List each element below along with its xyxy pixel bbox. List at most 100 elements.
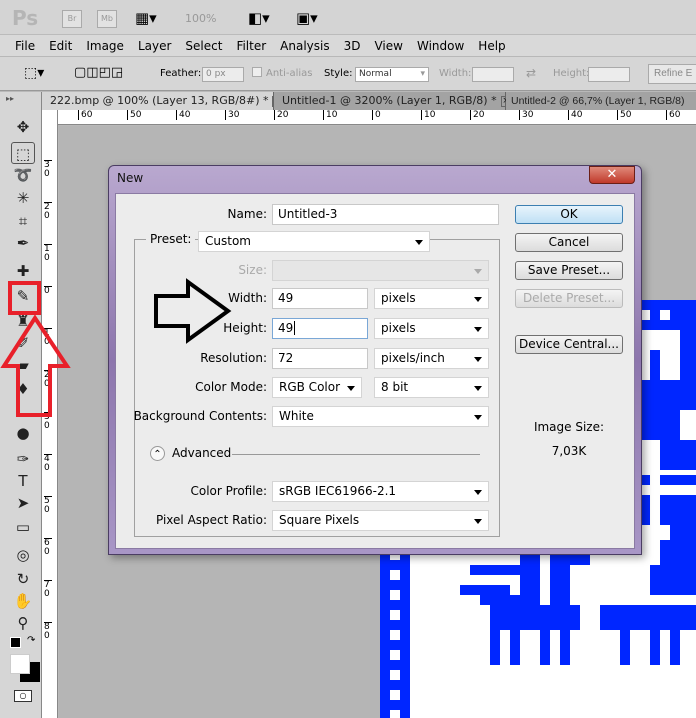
move-tool-icon[interactable]: ✥ bbox=[11, 116, 35, 138]
menu-help[interactable]: Help bbox=[471, 35, 512, 56]
marquee-preset-icon[interactable]: ⬚▾ bbox=[24, 65, 44, 81]
arrow-right-shape bbox=[154, 278, 232, 344]
menu-filter[interactable]: Filter bbox=[229, 35, 273, 56]
ruler-tick-label: 10 bbox=[323, 110, 337, 120]
selection-mode-icons[interactable]: ▢◫◰◲ bbox=[74, 65, 123, 80]
resolution-input[interactable]: 72 bbox=[272, 348, 368, 369]
menu-layer[interactable]: Layer bbox=[131, 35, 178, 56]
lasso-tool-icon[interactable]: ➰ bbox=[11, 164, 35, 186]
menu-select[interactable]: Select bbox=[178, 35, 229, 56]
height-input[interactable] bbox=[588, 67, 630, 82]
width-input[interactable] bbox=[472, 67, 514, 82]
menu-file[interactable]: File bbox=[8, 35, 42, 56]
tab-untitled-2[interactable]: Untitled-2 @ 66,7% (Layer 1, RGB/8) bbox=[506, 92, 696, 110]
image-pixel-block bbox=[390, 610, 400, 620]
menu-view[interactable]: View bbox=[367, 35, 409, 56]
bridge-button[interactable]: Br bbox=[62, 10, 82, 28]
dialog-body: Name: Untitled-3 Preset: Custom Size: Wi… bbox=[115, 193, 635, 549]
image-pixel-block bbox=[660, 440, 696, 470]
style-select[interactable]: Normal ▾ bbox=[355, 67, 429, 82]
width-unit-select[interactable]: pixels bbox=[374, 288, 489, 309]
type-tool-icon[interactable]: T bbox=[11, 470, 35, 492]
style-label: Style: bbox=[324, 68, 353, 79]
width-unit-value: pixels bbox=[381, 291, 416, 305]
ruler-tick-label: 0 bbox=[372, 110, 381, 120]
swap-icon[interactable]: ⇄ bbox=[526, 66, 536, 80]
path-selection-tool-icon[interactable]: ➤ bbox=[11, 492, 35, 514]
cancel-button[interactable]: Cancel bbox=[515, 233, 623, 252]
zoom-tool-icon[interactable]: ⚲ bbox=[11, 612, 35, 634]
anti-alias-checkbox[interactable] bbox=[252, 67, 262, 77]
advanced-divider bbox=[232, 454, 480, 455]
bit-depth-select[interactable]: 8 bit bbox=[374, 377, 489, 398]
menu-3d[interactable]: 3D bbox=[337, 35, 368, 56]
tab-untitled-1[interactable]: Untitled-1 @ 3200% (Layer 1, RGB/8) *× bbox=[274, 92, 512, 110]
pixel-aspect-ratio-select[interactable]: Square Pixels bbox=[272, 510, 489, 531]
swap-colors-icon[interactable]: ↷ bbox=[27, 635, 35, 646]
background-contents-select[interactable]: White bbox=[272, 406, 489, 427]
ruler-tick-label: 40 bbox=[176, 110, 190, 120]
height-unit-select[interactable]: pixels bbox=[374, 318, 489, 339]
preset-select[interactable]: Custom bbox=[198, 231, 430, 252]
refine-edge-button[interactable]: Refine E bbox=[648, 64, 696, 84]
pen-tool-icon[interactable]: ✑ bbox=[11, 448, 35, 470]
horizontal-ruler: 60 50 40 30 20 10 0 10 20 30 40 50 60 bbox=[58, 110, 696, 125]
image-pixel-block bbox=[660, 310, 670, 320]
tab-222-bmp[interactable]: 222.bmp @ 100% (Layer 13, RGB/8#) *× bbox=[42, 92, 284, 110]
menu-analysis[interactable]: Analysis bbox=[273, 35, 336, 56]
magic-wand-tool-icon[interactable]: ✳ bbox=[11, 187, 35, 209]
menu-window[interactable]: Window bbox=[410, 35, 471, 56]
advanced-label[interactable]: Advanced bbox=[172, 446, 231, 460]
arrow-up-shape bbox=[0, 314, 71, 417]
color-profile-select[interactable]: sRGB IEC61966-2.1 bbox=[272, 481, 489, 502]
quick-mask-icon[interactable]: ○ bbox=[14, 690, 32, 702]
anti-alias-label: Anti-alias bbox=[266, 68, 313, 79]
arrange-documents-icon[interactable]: ◧▾ bbox=[248, 9, 270, 27]
image-pixel-block bbox=[390, 630, 400, 640]
menu-edit[interactable]: Edit bbox=[42, 35, 79, 56]
ruler-tick-label: 20 bbox=[470, 110, 484, 120]
save-preset-button[interactable]: Save Preset... bbox=[515, 261, 623, 280]
color-mode-select[interactable]: RGB Color bbox=[272, 377, 362, 398]
image-pixel-block bbox=[560, 625, 570, 665]
feather-input[interactable]: 0 px bbox=[202, 67, 244, 82]
zoom-level[interactable]: 100% bbox=[185, 12, 216, 25]
collapse-icon[interactable]: ▸▸ bbox=[6, 94, 14, 103]
default-colors-icon[interactable] bbox=[10, 637, 21, 648]
style-value: Normal bbox=[359, 69, 392, 79]
device-central-button[interactable]: Device Central... bbox=[515, 335, 623, 354]
marquee-tool-icon[interactable]: ⬚ bbox=[11, 142, 35, 164]
preset-label: Preset: bbox=[146, 232, 196, 246]
chevron-down-icon bbox=[474, 327, 482, 332]
text-cursor bbox=[294, 321, 296, 335]
height-label: Height: bbox=[553, 68, 590, 79]
name-input[interactable]: Untitled-3 bbox=[272, 204, 499, 225]
hand-tool-icon[interactable]: ✋ bbox=[11, 590, 35, 612]
preset-value: Custom bbox=[205, 234, 251, 248]
image-pixel-block bbox=[480, 595, 520, 605]
resolution-unit-select[interactable]: pixels/inch bbox=[374, 348, 489, 369]
dodge-tool-icon[interactable]: ● bbox=[11, 422, 35, 444]
width-input[interactable]: 49 bbox=[272, 288, 368, 309]
ok-button[interactable]: OK bbox=[515, 205, 623, 224]
dialog-title: New bbox=[117, 171, 144, 185]
size-label: Size: bbox=[238, 263, 267, 277]
screen-mode-icon[interactable]: ▣▾ bbox=[296, 9, 318, 27]
mini-bridge-button[interactable]: Mb bbox=[97, 10, 117, 28]
3d-rotate-tool-icon[interactable]: ◎ bbox=[11, 544, 35, 566]
rectangle-tool-icon[interactable]: ▭ bbox=[11, 516, 35, 538]
image-pixel-block bbox=[660, 475, 696, 485]
eyedropper-tool-icon[interactable]: ✒ bbox=[11, 232, 35, 254]
size-select bbox=[272, 260, 489, 281]
close-button[interactable]: ✕ bbox=[589, 166, 635, 184]
feather-label: Feather: bbox=[160, 68, 202, 79]
height-input[interactable]: 49 bbox=[272, 318, 368, 339]
crop-tool-icon[interactable]: ⌗ bbox=[11, 210, 35, 232]
view-extras-icon[interactable]: ▦▾ bbox=[135, 9, 157, 27]
bit-depth-value: 8 bit bbox=[381, 380, 409, 394]
advanced-toggle-icon[interactable]: ⌃ bbox=[150, 446, 165, 461]
foreground-color-swatch[interactable] bbox=[10, 654, 30, 674]
3d-orbit-tool-icon[interactable]: ↻ bbox=[11, 568, 35, 590]
menu-image[interactable]: Image bbox=[79, 35, 131, 56]
ruler-tick-label: 50 bbox=[617, 110, 631, 120]
